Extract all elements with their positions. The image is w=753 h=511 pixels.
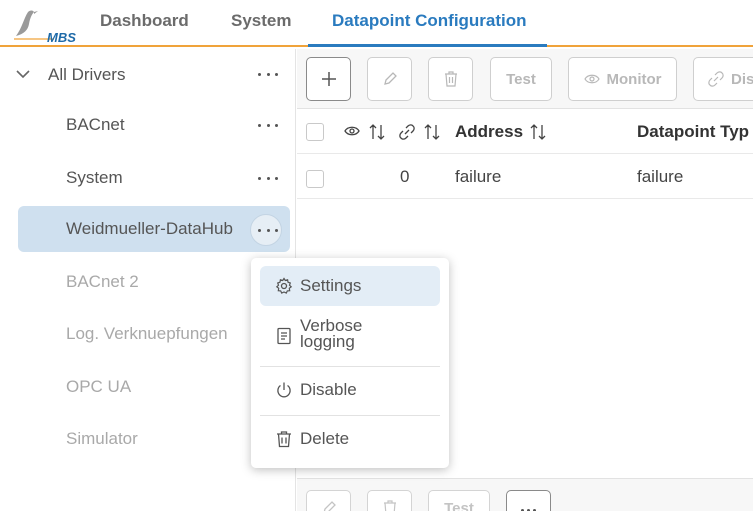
- add-button[interactable]: [306, 57, 351, 101]
- row-address: failure: [455, 167, 502, 186]
- row-datapoint-type: failure: [637, 167, 684, 186]
- tab-datapoint-configuration[interactable]: Datapoint Configuration: [332, 11, 527, 47]
- tree-item-opc-ua[interactable]: OPC UA: [0, 364, 272, 410]
- datapoint-toolbar: Test Monitor Dis: [297, 49, 753, 109]
- test-button-label: Test: [506, 70, 536, 88]
- bottom-test-button[interactable]: Test: [428, 490, 490, 511]
- menu-item-label: Disable: [300, 380, 357, 399]
- column-header-address[interactable]: Address: [455, 122, 523, 142]
- disable-button-label: Dis: [731, 70, 753, 88]
- logo-text: MBS: [47, 30, 76, 45]
- menu-separator: [260, 415, 440, 416]
- mbs-logo[interactable]: MBS: [14, 8, 76, 45]
- tree-item-label: Weidmueller-DataHub: [66, 219, 233, 238]
- tab-dashboard[interactable]: Dashboard: [100, 11, 189, 47]
- eye-icon: [344, 126, 360, 136]
- tree-item-bacnet[interactable]: BACnet: [0, 102, 278, 148]
- app-header: MBS Dashboard System Datapoint Configura…: [0, 0, 753, 47]
- driver-context-menu: Settings Verbose logging Disable Delete: [251, 258, 449, 468]
- bottom-edit-button[interactable]: [306, 490, 351, 511]
- tree-item-bacnet-2[interactable]: BACnet 2: [0, 259, 272, 305]
- pencil-icon: [323, 501, 336, 511]
- more-icon[interactable]: [258, 226, 278, 234]
- eye-icon: [583, 74, 600, 84]
- link-icon: [399, 124, 415, 140]
- tree-item-label: Log. Verknuepfungen: [66, 324, 228, 343]
- gear-icon: [275, 277, 293, 294]
- root-more-icon[interactable]: [258, 70, 278, 78]
- menu-item-delete[interactable]: Delete: [260, 419, 440, 459]
- row-count: 0: [400, 167, 410, 186]
- menu-item-disable[interactable]: Disable: [260, 370, 440, 410]
- table-row[interactable]: 0 failure failure: [297, 155, 753, 199]
- trash-icon: [383, 500, 396, 511]
- more-icon[interactable]: [258, 121, 278, 129]
- delete-button[interactable]: [428, 57, 473, 101]
- tree-item-label: System: [66, 168, 123, 187]
- trash-icon: [277, 431, 291, 448]
- power-icon: [277, 382, 291, 398]
- tree-item-label: BACnet: [66, 115, 125, 134]
- pencil-icon: [383, 72, 397, 85]
- chevron-down-icon[interactable]: [15, 66, 31, 82]
- menu-item-label-line2: logging: [300, 332, 355, 351]
- tree-item-label: BACnet 2: [66, 272, 139, 291]
- menu-item-verbose-logging[interactable]: Verbose logging: [260, 314, 440, 358]
- column-header-datapoint-type[interactable]: Datapoint Typ: [637, 122, 749, 142]
- bottom-more-button[interactable]: [506, 490, 551, 511]
- menu-separator: [260, 366, 440, 367]
- bottom-toolbar: Test: [297, 478, 753, 511]
- sort-icon[interactable]: [368, 123, 386, 141]
- tree-item-system[interactable]: System: [0, 155, 278, 201]
- document-icon: [277, 327, 291, 345]
- bottom-delete-button[interactable]: [367, 490, 412, 511]
- tree-item-simulator[interactable]: Simulator: [0, 416, 272, 462]
- monitor-button[interactable]: Monitor: [568, 57, 677, 101]
- row-checkbox[interactable]: [306, 170, 324, 188]
- menu-item-label: Delete: [300, 429, 350, 448]
- select-all-checkbox[interactable]: [306, 123, 324, 141]
- tree-item-log-verknuepfungen[interactable]: Log. Verknuepfungen: [0, 311, 272, 357]
- tree-root-label[interactable]: All Drivers: [48, 65, 125, 85]
- menu-item-settings[interactable]: Settings: [260, 266, 440, 306]
- monitor-button-label: Monitor: [606, 70, 662, 88]
- tree-item-label: OPC UA: [66, 377, 132, 396]
- active-tab-indicator: [308, 44, 547, 47]
- more-icon[interactable]: [258, 174, 278, 182]
- sort-icon[interactable]: [529, 123, 547, 141]
- tab-system[interactable]: System: [231, 11, 291, 47]
- menu-item-label: Settings: [300, 276, 362, 295]
- plus-icon: [321, 72, 336, 86]
- trash-icon: [444, 71, 457, 87]
- test-button[interactable]: Test: [490, 57, 552, 101]
- tree-item-label: Simulator: [66, 429, 138, 448]
- bottom-test-label: Test: [444, 500, 474, 511]
- edit-button[interactable]: [367, 57, 412, 101]
- link-icon: [708, 71, 724, 87]
- table-header: Address Datapoint Typ: [297, 110, 753, 154]
- disable-button[interactable]: Dis: [693, 57, 753, 101]
- sort-icon[interactable]: [423, 123, 441, 141]
